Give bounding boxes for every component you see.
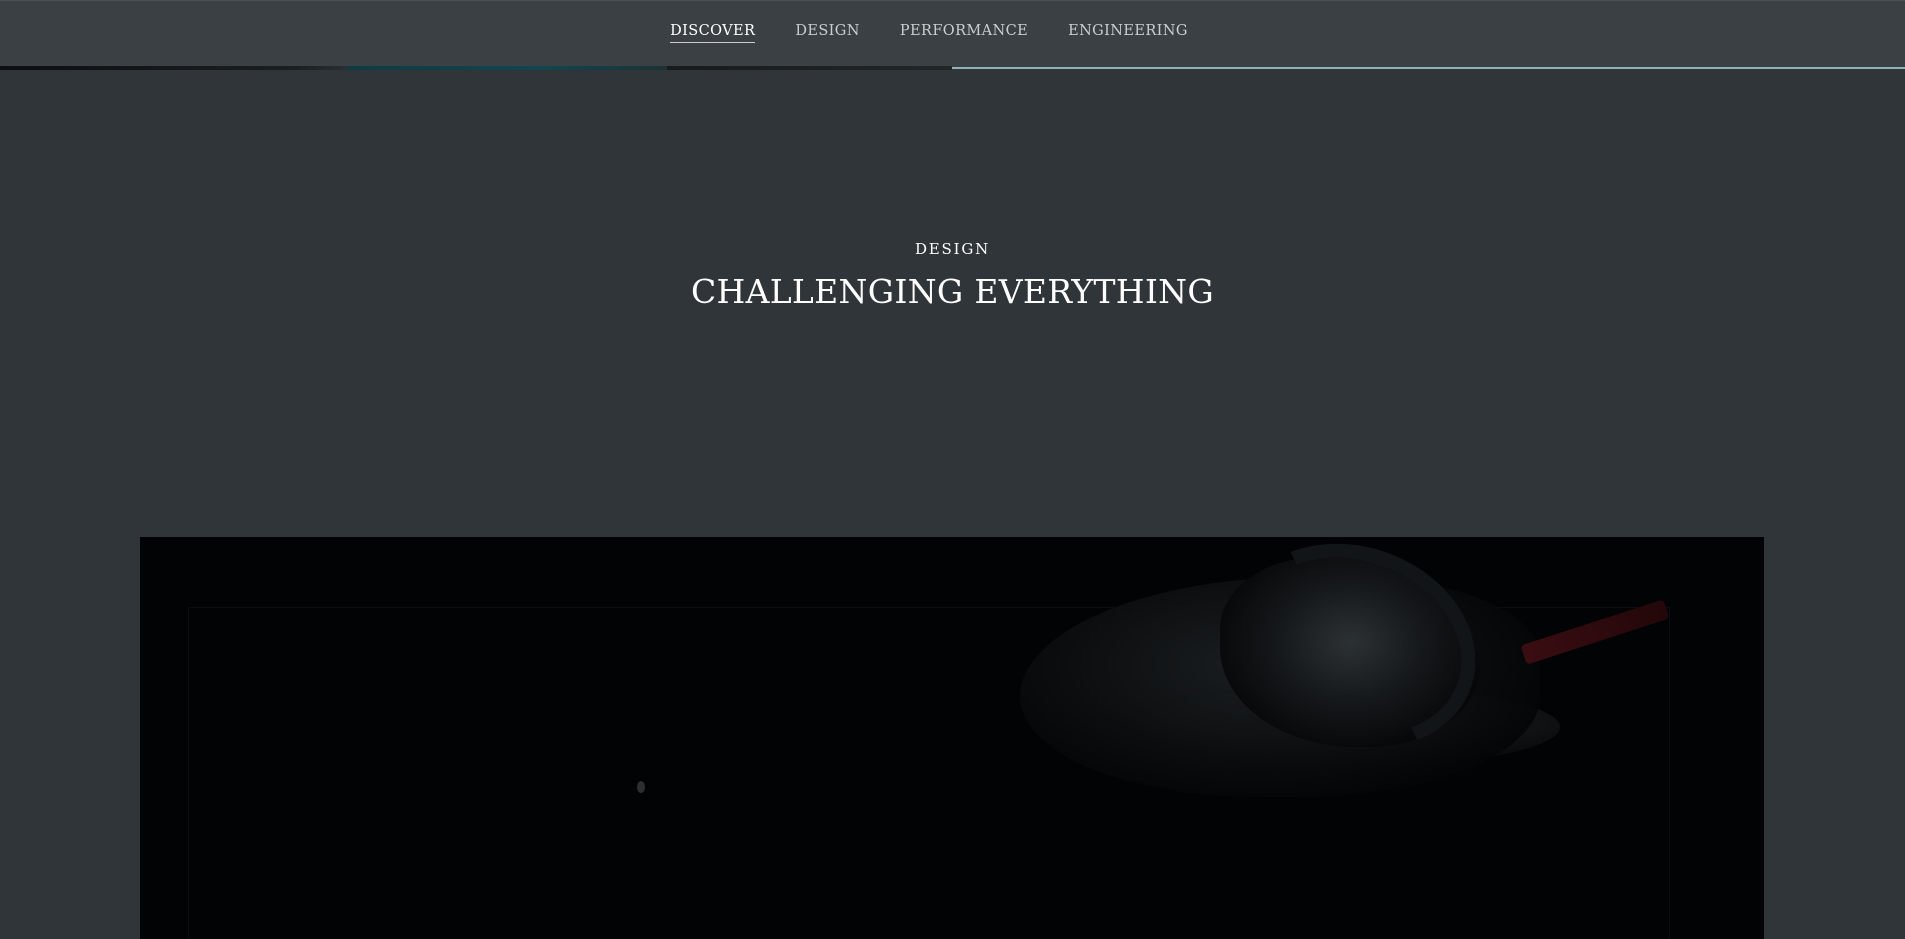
nav-item-engineering[interactable]: ENGINEERING	[1068, 23, 1188, 43]
hero-section: DESIGN CHALLENGING EVERYTHING	[0, 240, 1905, 311]
progress-segment-discover	[0, 66, 347, 70]
hero-video[interactable]	[140, 537, 1764, 939]
page-title: CHALLENGING EVERYTHING	[690, 272, 1215, 311]
progress-segment-engineering	[952, 67, 1905, 69]
nav-item-performance[interactable]: PERFORMANCE	[900, 23, 1028, 43]
section-eyebrow: DESIGN	[914, 240, 991, 258]
light-glint	[637, 781, 645, 793]
nav-item-design[interactable]: DESIGN	[795, 23, 860, 43]
section-nav: DISCOVER DESIGN PERFORMANCE ENGINEERING	[0, 23, 1905, 43]
progress-segment-design	[347, 66, 667, 70]
progress-segment-performance	[667, 66, 952, 70]
section-progress-bar	[0, 66, 1905, 70]
top-navigation-bar: DISCOVER DESIGN PERFORMANCE ENGINEERING	[0, 0, 1905, 70]
nav-item-discover[interactable]: DISCOVER	[670, 23, 756, 43]
